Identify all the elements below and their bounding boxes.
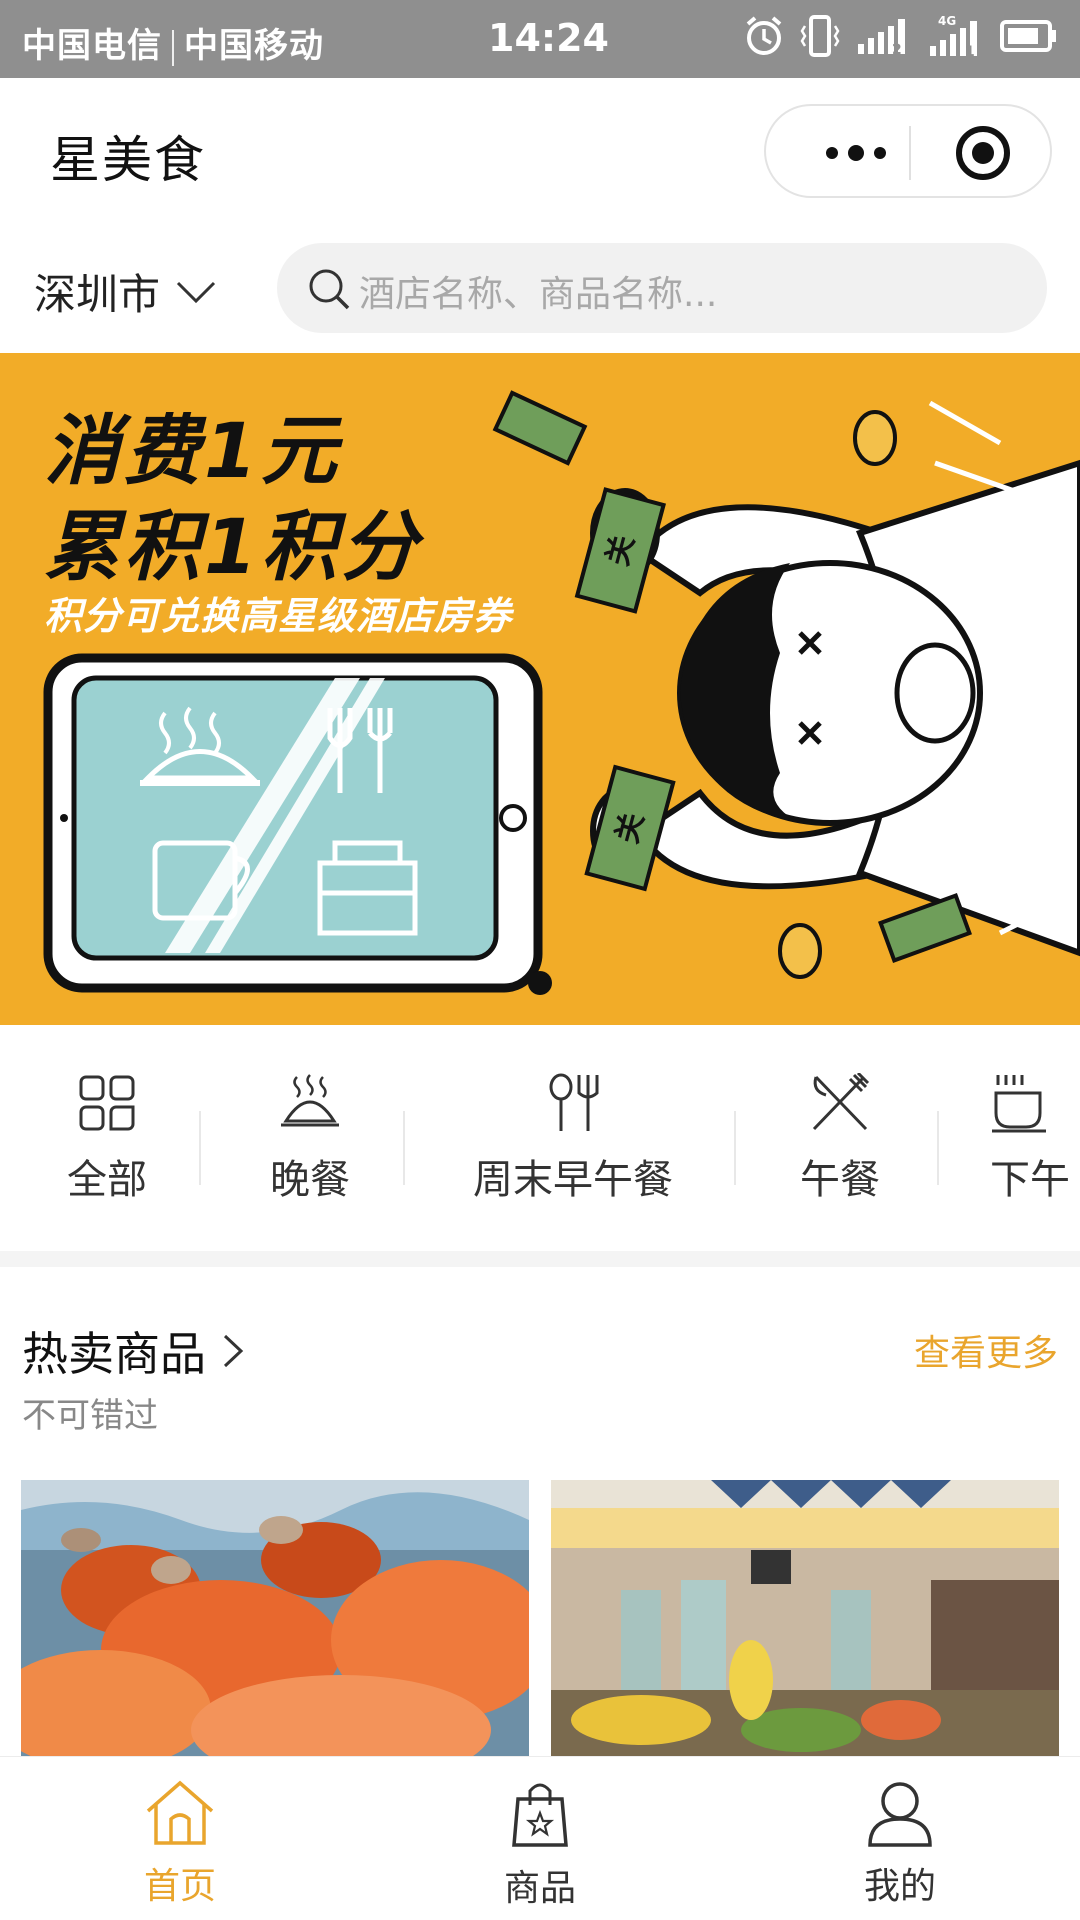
category-afternoon[interactable]: 下午 — [990, 1073, 1080, 1205]
tab-home[interactable]: 首页 — [80, 1779, 280, 1909]
category-lunch[interactable]: 午餐 — [785, 1073, 895, 1205]
grid-icon — [79, 1075, 135, 1131]
search-row: 深圳市 酒店名称、商品名称... — [0, 223, 1080, 353]
category-all[interactable]: 全部 — [52, 1073, 162, 1205]
carrier-2: 中国移动 — [184, 26, 324, 66]
target-close-icon[interactable] — [956, 126, 1010, 180]
search-input[interactable]: 酒店名称、商品名称... — [277, 243, 1047, 333]
capsule-divider — [909, 126, 911, 180]
category-label: 全部 — [67, 1157, 147, 1203]
tab-label: 商品 — [503, 1868, 576, 1909]
tab-bar: 首页 商品 我的 — [0, 1756, 1080, 1920]
category-label: 周末早午餐 — [473, 1157, 673, 1203]
svg-text:2: 2 — [892, 42, 902, 56]
category-label: 晚餐 — [270, 1157, 350, 1203]
svg-text:4G: 4G — [938, 14, 956, 28]
category-weekend-brunch[interactable]: 周末早午餐 — [462, 1073, 684, 1205]
signal-sim1-4g-icon: 4G 1 — [930, 14, 977, 58]
category-divider — [403, 1111, 405, 1185]
user-icon — [868, 1782, 932, 1847]
carrier-separator — [172, 29, 174, 66]
tab-mine[interactable]: 我的 — [800, 1779, 1000, 1909]
status-bar: 中国电信 中国移动 14:24 2 4G 1 — [0, 0, 1080, 78]
menu-capsule — [764, 104, 1052, 198]
category-label: 下午 — [990, 1157, 1070, 1203]
product-card[interactable] — [551, 1480, 1059, 1760]
status-icons: 2 4G 1 — [744, 14, 1058, 58]
chevron-right-icon — [223, 1334, 244, 1368]
category-dinner[interactable]: 晚餐 — [255, 1073, 365, 1205]
cloche-icon — [281, 1074, 339, 1127]
banner-line-2: 累积1积分 — [44, 502, 421, 591]
seafood-photo — [21, 1480, 529, 1760]
chevron-down-icon — [176, 281, 216, 303]
alarm-icon — [746, 16, 782, 55]
title-bar: 星美食 — [0, 78, 1080, 223]
view-more-link[interactable]: 查看更多 — [914, 1324, 1058, 1376]
hot-section-subtitle: 不可错过 — [22, 1396, 158, 1436]
tab-label: 首页 — [143, 1866, 216, 1907]
product-card[interactable] — [21, 1480, 529, 1760]
carrier-labels: 中国电信 中国移动 — [22, 18, 324, 67]
city-label: 深圳市 — [34, 270, 161, 319]
app-title: 星美食 — [50, 131, 206, 189]
banner-subline: 积分可兑换高星级酒店房券 — [44, 594, 513, 638]
carousel-indicator[interactable] — [528, 971, 552, 995]
category-label: 午餐 — [800, 1157, 880, 1203]
spoon-fork-icon — [549, 1073, 599, 1131]
category-divider — [734, 1111, 736, 1185]
home-icon — [146, 1780, 214, 1845]
tab-label: 我的 — [863, 1866, 936, 1907]
crossed-utensils-icon — [812, 1073, 870, 1131]
category-row: 全部 晚餐 周末早午餐 午餐 下午 — [0, 1025, 1080, 1251]
hot-title-label: 热卖商品 — [22, 1327, 206, 1381]
search-icon — [309, 269, 350, 310]
svg-text:1: 1 — [965, 44, 975, 58]
banner-line-1: 消费1元 — [44, 406, 341, 495]
city-selector[interactable]: 深圳市 — [34, 261, 216, 322]
hot-section-title[interactable]: 热卖商品 — [22, 1318, 244, 1384]
signal-sim2-icon: 2 — [858, 19, 905, 56]
banner-headline: 消费1元 累积1积分 — [44, 403, 421, 595]
more-dots-icon[interactable] — [806, 126, 906, 180]
shopping-bag-icon — [512, 1783, 568, 1847]
search-placeholder: 酒店名称、商品名称... — [359, 274, 718, 315]
coffee-cup-icon — [992, 1075, 1046, 1133]
section-gap — [0, 1251, 1080, 1267]
carrier-1: 中国电信 — [22, 26, 162, 66]
promo-banner[interactable]: 关 关 消费1元 累积1积分 积分可兑换高星级酒店房券 — [0, 353, 1080, 1025]
tab-products[interactable]: 商品 — [440, 1779, 640, 1911]
battery-icon — [1000, 20, 1056, 52]
category-divider — [199, 1111, 201, 1185]
category-divider — [937, 1111, 939, 1185]
status-time: 14:24 — [488, 16, 609, 60]
vibrate-icon — [800, 15, 840, 57]
restaurant-photo — [551, 1480, 1059, 1760]
